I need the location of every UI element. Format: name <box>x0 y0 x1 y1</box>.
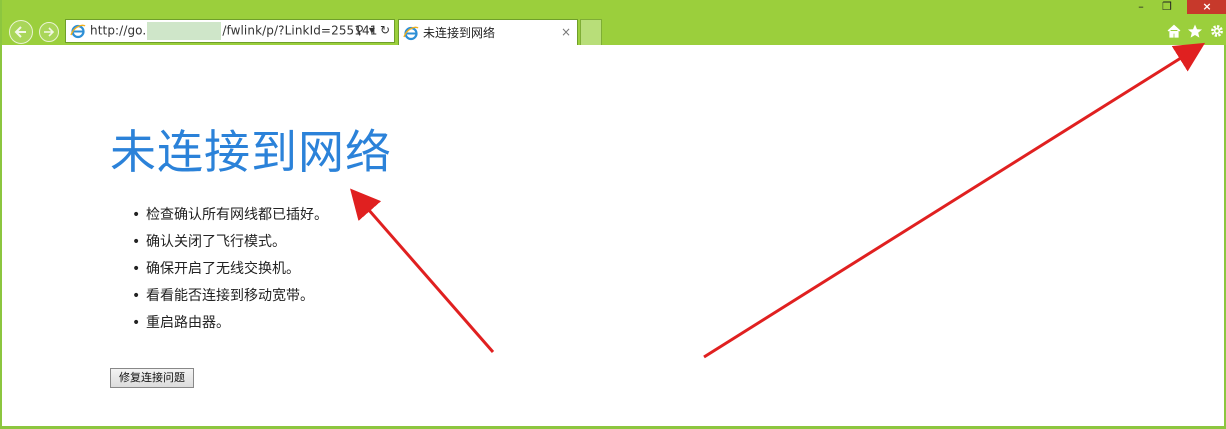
refresh-icon[interactable]: ↻ <box>380 23 390 37</box>
minimize-button[interactable]: – <box>1130 0 1152 14</box>
new-tab-button[interactable] <box>580 19 602 45</box>
list-item: 检查确认所有网线都已插好。 <box>132 205 328 232</box>
list-item: 确保开启了无线交换机。 <box>132 259 328 286</box>
fix-connection-button[interactable]: 修复连接问题 <box>110 368 194 388</box>
tab-close-icon[interactable]: × <box>561 25 571 39</box>
url-redacted-block <box>147 22 222 40</box>
forward-arrow-icon <box>44 27 55 37</box>
tab-active[interactable]: 未连接到网络 × <box>398 19 578 45</box>
address-tools: ⚲ ▾ ↻ <box>355 23 390 37</box>
close-window-button[interactable]: × <box>1187 0 1226 14</box>
url-prefix: http://go. <box>90 23 147 38</box>
back-arrow-icon <box>14 26 26 38</box>
dropdown-icon[interactable]: ▾ <box>369 23 375 37</box>
troubleshooting-tips-list: 检查确认所有网线都已插好。 确认关闭了飞行模式。 确保开启了无线交换机。 看看能… <box>132 205 328 340</box>
list-item: 重启路由器。 <box>132 313 328 340</box>
address-bar[interactable]: http://go./fwlink/p/?LinkId=255141 ⚲ ▾ ↻ <box>65 19 395 43</box>
title-bar: – ❐ × http://go./fwlink/p/?LinkId=255141… <box>2 0 1226 45</box>
browser-window: – ❐ × http://go./fwlink/p/?LinkId=255141… <box>0 0 1226 429</box>
list-item: 看看能否连接到移动宽带。 <box>132 286 328 313</box>
page-title: 未连接到网络 <box>110 125 392 179</box>
gear-icon[interactable] <box>1209 22 1225 40</box>
ie-logo-icon <box>70 23 86 39</box>
home-icon[interactable] <box>1166 22 1182 40</box>
star-icon[interactable] <box>1187 22 1203 40</box>
maximize-button[interactable]: ❐ <box>1154 0 1180 14</box>
back-button[interactable] <box>9 20 33 44</box>
forward-button[interactable] <box>39 22 59 42</box>
ie-logo-icon <box>403 25 419 41</box>
list-item: 确认关闭了飞行模式。 <box>132 232 328 259</box>
search-icon[interactable]: ⚲ <box>355 23 364 37</box>
tab-title: 未连接到网络 <box>423 26 496 40</box>
url-text: http://go./fwlink/p/?LinkId=255141 <box>90 22 378 40</box>
